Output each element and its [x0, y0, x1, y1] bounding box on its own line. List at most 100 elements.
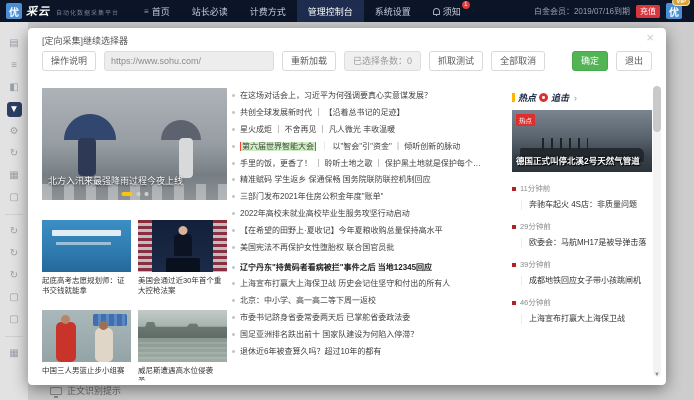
bullet-icon — [232, 128, 235, 131]
building-icon[interactable]: ▦ — [7, 346, 22, 361]
hot-item-time-row: 11分钟前 — [512, 183, 652, 194]
bullet-icon — [232, 162, 235, 165]
nav-item-须知[interactable]: 须知1 — [422, 0, 472, 22]
screen: 优 采云 自动化数据采集平台 ≡首页站长必读计费方式管理控制台系统设置须知1 白… — [0, 0, 694, 400]
collection-icon[interactable]: ◧ — [7, 80, 22, 95]
headline-item[interactable]: 美国宪法不再保护女性堕胎权 联合国官员批 — [232, 243, 508, 253]
doc2-icon[interactable]: ▢ — [7, 290, 22, 305]
doc3-icon[interactable]: ▢ — [7, 312, 22, 327]
embedded-webpage: 北方入汛来最强降雨过程今夜上线 起底高考志愿规划师：证书交钱就能拿美国会通过近3… — [42, 86, 652, 381]
hot-item-title[interactable]: 上海宣布打赢大上海保卫战 — [521, 314, 652, 324]
headline-item[interactable]: 手里的饭，更香了！ ｜ 聆听土地之歌 ｜ 保护黑土地就是保护每个… — [232, 159, 508, 169]
podium-shape — [166, 258, 200, 272]
headline-item[interactable]: 北京：中小学、高一高二等下周一返校 — [232, 296, 508, 306]
sync2-icon[interactable]: ↻ — [7, 246, 22, 261]
headline-text: 北京：中小学、高一高二等下周一返校 — [240, 296, 376, 306]
photo-card[interactable]: 威尼斯遭遇高水位侵袭 圣… — [138, 310, 227, 381]
brand-name: 采云 — [26, 3, 50, 19]
close-icon[interactable]: × — [646, 31, 654, 45]
bullet-icon — [232, 282, 235, 285]
cancel-all-button[interactable]: 全部取消 — [491, 51, 545, 71]
nav-item-管理控制台[interactable]: 管理控制台 — [297, 0, 364, 22]
headline-item[interactable]: 共创全球发展新时代 ｜ 【沿着总书记的足迹】 — [232, 108, 508, 118]
photo-grid: 起底高考志愿规划师：证书交钱就能拿美国会通过近30年首个重大控枪法案中国三人男篮… — [42, 220, 227, 381]
selected-element-highlight[interactable]: 第六届世界智能大会 — [240, 142, 316, 152]
carousel-dots — [121, 192, 148, 196]
headline-item[interactable]: 星火成炬 ｜ 不舍再见 ｜ 凡人微光 丰收温暖 — [232, 125, 508, 135]
headline-text: 共创全球发展新时代 ｜ 【沿着总书记的足迹】 — [240, 108, 404, 118]
headline-item[interactable]: 【在希望的田野上·夏收记】今年夏粮收购总量保持高水平 — [232, 226, 508, 236]
brand-tagline: 自动化数据采集平台 — [56, 8, 119, 19]
headline-text: 国足亚洲排名跌出前十 国家队建设为何陷入停滞？ — [240, 330, 418, 340]
vip-logo-wrap[interactable]: 优 VIP — [666, 3, 682, 19]
headline-text: 【在希望的田野上·夏收记】今年夏粮收购总量保持高水平 — [240, 226, 443, 236]
carousel-dot-active[interactable] — [121, 192, 132, 196]
hot-item-time: 29分钟前 — [520, 221, 551, 232]
sync-icon[interactable]: ↻ — [7, 224, 22, 239]
nav-item-系统设置[interactable]: 系统设置 — [364, 0, 422, 22]
modal-title: [定向采集]继续选择器 — [42, 34, 128, 47]
headline-item[interactable]: 2022年高校未就业高校毕业生服务攻坚行动启动 — [232, 209, 508, 219]
photo-thumbnail — [42, 220, 131, 272]
headline-item[interactable]: 辽宁丹东"持黄码者看病被拦"事件之后 当地12345回应 — [232, 263, 508, 273]
scrollbar-down-arrow-icon[interactable]: ▼ — [653, 372, 661, 378]
hot-lead-card[interactable]: 热点 德国正式叫停北溪2号天然气管道 — [512, 110, 652, 172]
nav-item-计费方式[interactable]: 计费方式 — [239, 0, 297, 22]
exit-button[interactable]: 退出 — [616, 51, 652, 71]
hot-item-title[interactable]: 成都地铁回应女子带小孩跳闸机 — [521, 276, 652, 286]
headline-item[interactable]: 上海宣布打赢大上海保卫战 历史会记住坚守和付出的所有人 — [232, 279, 508, 289]
photo-card[interactable]: 起底高考志愿规划师：证书交钱就能拿 — [42, 220, 131, 296]
doc-icon[interactable]: ▢ — [7, 190, 22, 205]
bullet-icon — [232, 350, 235, 353]
carousel-dot[interactable] — [144, 192, 148, 196]
headline-item[interactable]: 市委书记跻身省委常委两天后 已掌舵省委政法委 — [232, 313, 508, 323]
headline-item[interactable]: 退休近6年被查算久吗？超过10年的都有 — [232, 347, 508, 357]
hot-item-title[interactable]: 奔驰车起火 4S店：非质量问题 — [521, 200, 652, 210]
carousel-dot[interactable] — [136, 192, 140, 196]
nav-item-站长必读[interactable]: 站长必读 — [181, 0, 239, 22]
headline-item[interactable]: 在这场对话会上，习近平为何强调要真心实意谋发展？ — [232, 91, 508, 101]
bullet-icon — [232, 178, 235, 181]
sync3-icon[interactable]: ↻ — [7, 268, 22, 283]
confirm-button[interactable]: 确定 — [572, 51, 608, 71]
headline-item[interactable]: 三部门发布2021年住房公积金年度"账单" — [232, 192, 508, 202]
photo-caption: 起底高考志愿规划师：证书交钱就能拿 — [42, 276, 131, 296]
scrollbar-thumb[interactable] — [653, 86, 661, 132]
hot-item-title[interactable]: 欧委会：马航MH17是被导弹击落 — [521, 238, 652, 248]
nav-item-首页[interactable]: ≡首页 — [133, 0, 181, 22]
headline-text: 退休近6年被查算久吗？超过10年的都有 — [240, 347, 381, 357]
filter-icon[interactable]: ▼ — [7, 102, 22, 117]
stats-icon[interactable]: ▤ — [7, 36, 22, 51]
hot-item: 11分钟前奔驰车起火 4S店：非质量问题 — [512, 183, 652, 210]
help-button[interactable]: 操作说明 — [42, 51, 96, 71]
list-icon[interactable]: ≡ — [7, 58, 22, 73]
hot-item: 46分钟前上海宣布打赢大上海保卫战 — [512, 297, 652, 324]
refresh-icon[interactable]: ↻ — [7, 146, 22, 161]
player-shape — [56, 322, 76, 362]
red-square-icon — [512, 187, 516, 191]
gear-icon[interactable]: ⚙ — [7, 124, 22, 139]
bullet-icon — [232, 212, 235, 215]
brand[interactable]: 优 采云 自动化数据采集平台 — [6, 3, 119, 19]
hot-panel-header[interactable]: 热点 追击 › — [512, 91, 652, 104]
left-column: 北方入汛来最强降雨过程今夜上线 起底高考志愿规划师：证书交钱就能拿美国会通过近3… — [42, 88, 227, 381]
headline-text: 在这场对话会上，习近平为何强调要真心实意谋发展？ — [240, 91, 432, 101]
top-navbar: 优 采云 自动化数据采集平台 ≡首页站长必读计费方式管理控制台系统设置须知1 白… — [0, 0, 694, 22]
red-square-icon — [512, 225, 516, 229]
capture-test-button[interactable]: 抓取测试 — [429, 51, 483, 71]
selector-modal: [定向采集]继续选择器 × 操作说明 重新加载 已选择条数：0 抓取测试 全部取… — [28, 28, 666, 385]
recharge-button[interactable]: 充值 — [636, 5, 660, 18]
scrollbar-track[interactable]: ▼ — [653, 86, 661, 377]
photo-thumbnail — [138, 310, 227, 362]
headline-item[interactable]: 国足亚洲排名跌出前十 国家队建设为何陷入停滞？ — [232, 330, 508, 340]
photo-card[interactable]: 美国会通过近30年首个重大控枪法案 — [138, 220, 227, 296]
carousel-image[interactable]: 北方入汛来最强降雨过程今夜上线 — [42, 88, 227, 200]
headline-item[interactable]: 第六届世界智能大会 ｜ 以"智会"引"资金" ｜ 倾听创新的脉动 — [232, 142, 508, 152]
headline-item[interactable]: 精准赋码 学生返乡 保通保畅 国务院联防联控机制回应 — [232, 175, 508, 185]
photo-card[interactable]: 中国三人男篮止步小组赛 — [42, 310, 131, 381]
reload-button[interactable]: 重新加载 — [282, 51, 336, 71]
headline-list: 在这场对话会上，习近平为何强调要真心实意谋发展？ 共创全球发展新时代 ｜ 【沿着总… — [232, 91, 508, 364]
hot-item-time: 11分钟前 — [520, 183, 550, 194]
url-input[interactable] — [104, 51, 274, 71]
menu-grid-icon[interactable]: ▦ — [7, 168, 22, 183]
